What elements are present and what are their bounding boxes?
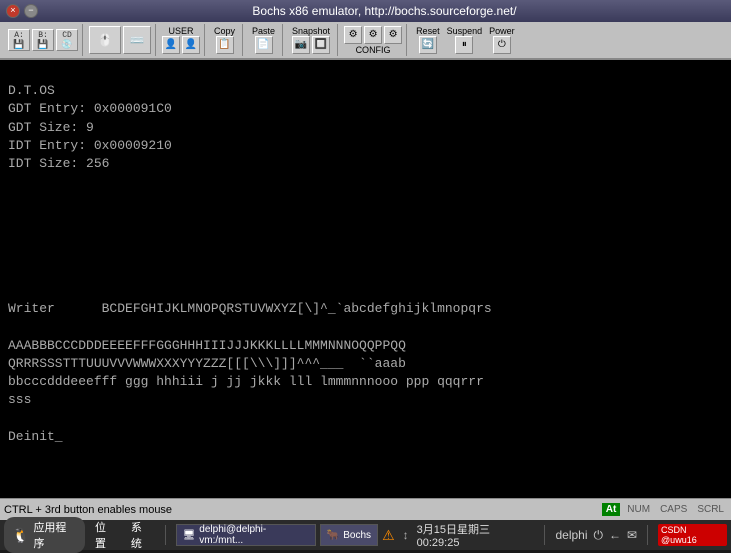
user-section: USER 👤 👤 [158,24,205,56]
window-title: Bochs x86 emulator, http://bochs.sourcef… [44,4,725,18]
terminal-line [8,446,723,464]
tray-power[interactable]: ⏻ [594,528,604,543]
snapshot-label: Snapshot [289,26,333,36]
keyboard-icon[interactable]: ⌨️ [123,26,151,54]
tray-sep [544,525,545,545]
csdn-badge[interactable]: CSDN @uwu16 [658,524,727,546]
taskbar-menu-item-1[interactable]: 位置 [89,517,123,553]
tray-icons: delphi ⏻ ← ✉ [555,528,637,543]
mouse-section: 🖱️ ⌨️ [85,24,156,56]
copy-label: Copy [211,26,238,36]
terminal-line: IDT Entry: 0x00009210 [8,137,723,155]
user-icon[interactable]: 👤 [162,36,180,54]
terminal-line [8,210,723,228]
terminal-line: AAABBBCCCDDDEEEEFFFGGGHHHIIIJJJKKKLLLLMM… [8,337,723,355]
paste-label: Paste [249,26,278,36]
terminal-line [8,410,723,428]
terminal-line [8,482,723,498]
copy-section: Copy 📋 [207,24,243,56]
network-arrows-icon: ↕ [403,528,409,542]
title-bar: × − Bochs x86 emulator, http://bochs.sou… [0,0,731,22]
taskbar-app-terminal[interactable]: 🖥 delphi@delphi-vm:/mnt... [176,524,316,546]
terminal-app-icon: 🖥 [183,530,196,541]
taskbar: 🐧 应用程序 位置 系统 🖥 delphi@delphi-vm:/mnt... … [0,520,731,550]
floppy-a-icon[interactable]: A: 💾 [8,29,30,51]
bochs-app-label: Bochs [343,530,371,541]
start-icon: 🐧 [12,527,29,544]
floppy-b-icon[interactable]: B: 💾 [32,29,54,51]
user-label: USER [165,26,196,36]
taskbar-menu: 位置 系统 [89,517,159,553]
terminal-line [8,191,723,209]
system-tray: ⚠ ↕ 3月15日星期三 00:29:25 delphi ⏻ ← ✉ CSDN … [382,521,727,549]
toolbar: A: 💾 B: 💾 CD 💿 🖱️ ⌨️ USER 👤 � [0,22,731,60]
terminal-line: bbcccdddeeefff ggg hhhiii j jj jkkk lll … [8,373,723,391]
taskbar-menu-item-2[interactable]: 系统 [125,517,159,553]
snapshot-section: Snapshot 📷 🔲 [285,24,338,56]
start-button[interactable]: 🐧 应用程序 [4,517,85,553]
scrl-indicator: SCRL [694,504,727,515]
terminal-line: sss [8,391,723,409]
reset-icon[interactable]: 🔄 [419,36,437,54]
terminal-line [8,246,723,264]
terminal-line: Deinit_ [8,428,723,446]
min-button[interactable]: − [24,4,38,18]
terminal-line: QRRRSSSTTTUUUVVVWWWXXXYYYZZZ[[[\\\]]]^^^… [8,355,723,373]
tray-sep-2 [647,525,648,545]
terminal-area: D.T.OSGDT Entry: 0x000091C0GDT Size: 9ID… [0,60,731,498]
start-label: 应用程序 [33,519,77,551]
mouse-icon[interactable]: 🖱️ [89,26,121,54]
suspend-icon[interactable]: ⏸ [455,36,473,54]
taskbar-app-bochs[interactable]: 🐂 Bochs [320,524,378,546]
user-icon2[interactable]: 👤 [182,36,200,54]
snapshot-icon1[interactable]: 📷 [292,36,310,54]
cd-icon[interactable]: CD 💿 [56,29,78,51]
terminal-app-label: delphi@delphi-vm:/mnt... [199,524,309,546]
taskbar-separator-1 [165,525,166,545]
config-label: CONFIG [353,45,394,55]
terminal-line [8,228,723,246]
paste-icon[interactable]: 📄 [255,36,273,54]
window-controls[interactable]: × − [6,4,38,18]
at-badge: At [602,503,621,516]
config-icon1[interactable]: ⚙ [344,26,362,44]
reset-label: Reset [413,26,443,36]
terminal-line [8,173,723,191]
terminal-line: Writer BCDEFGHIJKLMNOPQRSTUVWXYZ[\]^_`ab… [8,300,723,318]
terminal-line: D.T.OS [8,82,723,100]
disk-section: A: 💾 B: 💾 CD 💿 [4,24,83,56]
caps-indicator: CAPS [657,504,690,515]
terminal-line [8,319,723,337]
terminal-line: GDT Entry: 0x000091C0 [8,100,723,118]
num-indicator: NUM [624,504,653,515]
suspend-label: Suspend [444,26,486,36]
paste-section: Paste 📄 [245,24,283,56]
tray-arrow[interactable]: ← [609,528,621,542]
terminal-line: IDT Size: 256 [8,155,723,173]
power-label: Power [486,26,518,36]
status-text: CTRL + 3rd button enables mouse [4,504,598,516]
terminal-line [8,264,723,282]
taskbar-apps: 🖥 delphi@delphi-vm:/mnt... 🐂 Bochs [176,524,378,546]
config-icon2[interactable]: ⚙ [364,26,382,44]
datetime-label: 3月15日星期三 00:29:25 [417,521,535,549]
bochs-app-icon: 🐂 [327,530,339,541]
power-icon[interactable]: ⏻ [493,36,511,54]
tray-mail[interactable]: ✉ [627,528,637,542]
terminal-line [8,282,723,300]
tray-delphi[interactable]: delphi [555,528,587,542]
config-icon3[interactable]: ⚙ [384,26,402,44]
terminal-line [8,464,723,482]
copy-icon[interactable]: 📋 [216,36,234,54]
controls-section: Reset 🔄 Suspend ⏸ Power ⏻ [409,24,522,56]
close-button[interactable]: × [6,4,20,18]
warning-icon: ⚠ [382,527,395,544]
snapshot-icon2[interactable]: 🔲 [312,36,330,54]
terminal-line: GDT Size: 9 [8,119,723,137]
config-section: ⚙ ⚙ ⚙ CONFIG [340,24,407,56]
